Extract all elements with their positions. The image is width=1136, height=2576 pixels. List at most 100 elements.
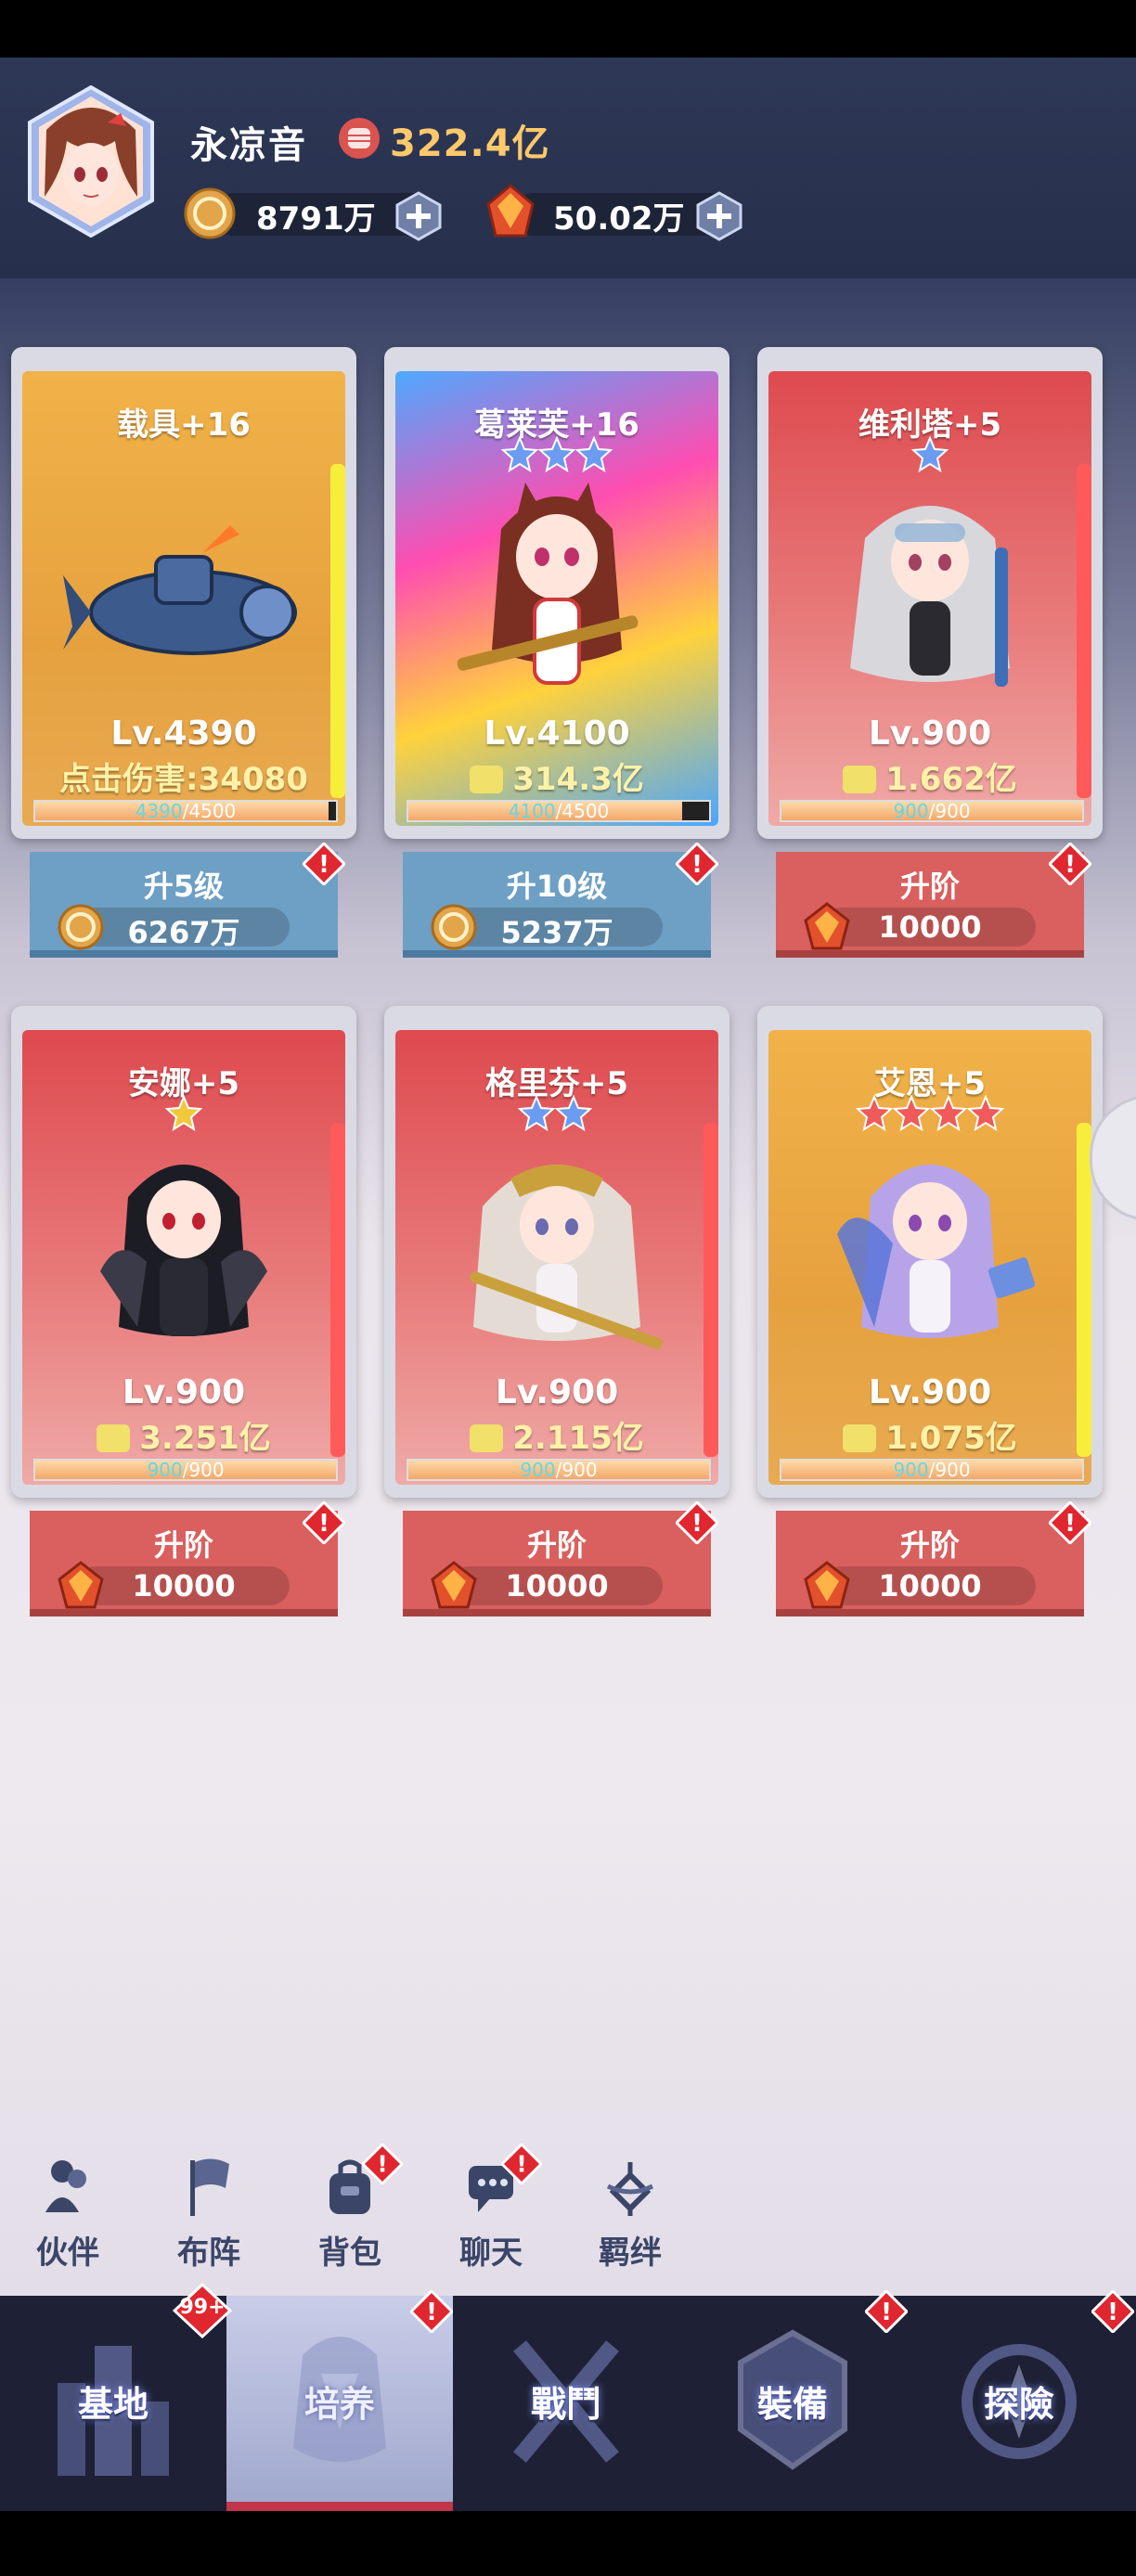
alert-badge-icon: ! [1049,1501,1091,1544]
alert-badge-icon: ! [676,1501,718,1544]
fist-icon [470,766,504,793]
fist-icon [339,118,380,159]
level-progress-bar: 900/900 [780,1459,1084,1481]
level-progress-text: 4100/4500 [508,800,610,822]
tool-label: 布阵 [177,2235,240,2272]
level-progress-bar: 4100/4500 [407,800,711,822]
button-cost: 6267万 [127,915,240,950]
tool-partner[interactable]: 伙伴 [17,2151,119,2272]
gleif-character-art [457,483,639,685]
card-face: 格里芬+5 Lv.900 2.115亿 900/900 [395,1030,718,1485]
alert-badge-icon: ! [1091,2290,1134,2333]
card-side-accent [704,1123,718,1457]
nav-label: 培养 [303,2384,375,2425]
tool-formation[interactable]: 布阵 [158,2151,260,2272]
anna-character-art [100,1165,267,1336]
upgrade-button[interactable]: 升5级 6267万 [30,852,338,958]
svg-text:!: ! [1065,851,1076,879]
ascend-button[interactable]: 升阶 10000 [30,1511,338,1616]
fist-icon [843,766,877,793]
power-stat: 314.3亿 [395,753,718,799]
add-coins-button[interactable] [395,191,442,241]
card-griffin[interactable]: 格里芬+5 Lv.900 2.115亿 900/900 [384,1006,729,1498]
level-progress-bar: 4390/4500 [33,800,338,822]
card-side-accent [1077,464,1091,798]
tool-bond[interactable]: 羁绊 [579,2151,681,2272]
button-title: 升阶 [899,869,960,904]
alert-badge-icon: ! [362,2144,403,2184]
power-stat: 1.662亿 [768,753,1091,799]
button-cost: 10000 [878,909,982,945]
card-name: 载具+16 [117,406,251,444]
level-progress-text: 900/900 [893,800,971,822]
card-level: Lv.4390 [110,715,257,753]
alert-badge-icon: ! [676,843,718,885]
level-progress-bar: 900/900 [33,1459,338,1481]
player-name: 永凉音 [190,124,307,167]
card-level: Lv.900 [868,1373,992,1411]
button-title: 升阶 [899,1527,960,1563]
card-level: Lv.900 [868,715,992,753]
card-face: 安娜+5 Lv.900 3.251亿 900/900 [22,1030,345,1485]
button-title: 升阶 [153,1527,213,1563]
notification-count-badge: 99+ [173,2283,232,2338]
alert-badge-icon: ! [865,2290,908,2333]
power-stat: 1.075亿 [768,1412,1091,1458]
gem-icon [486,184,535,238]
card-verita[interactable]: 维利塔+5 Lv.900 1.662亿 900/900 [757,347,1103,839]
card-side-accent [330,1123,345,1457]
ascend-button[interactable]: 升阶 10000 [403,1511,711,1616]
ein-character-art [837,1165,1036,1338]
fist-icon [470,1424,504,1452]
nav-label: 基地 [77,2384,148,2425]
card-side-accent [1077,1123,1091,1457]
ascend-button[interactable]: 升阶 10000 [776,852,1084,958]
add-gems-button[interactable] [696,191,742,241]
card-level: Lv.4100 [484,715,630,753]
button-title: 升10级 [506,869,608,904]
level-progress-bar: 900/900 [407,1459,711,1481]
svg-text:!: ! [318,1510,329,1538]
fist-icon [97,1424,131,1452]
level-progress-text: 900/900 [520,1459,598,1481]
partner-icon [45,2160,86,2212]
ascend-button[interactable]: 升阶 10000 [776,1511,1084,1616]
verita-character-art [850,506,1010,687]
power-stat: 3.251亿 [22,1412,345,1458]
player-avatar[interactable] [26,85,156,238]
card-vehicle[interactable]: 载具+16 Lv.4390 点击伤害:34080 4390/4500 [11,347,356,839]
alert-badge-icon: ! [303,843,345,885]
tool-label: 羁绊 [599,2235,662,2272]
svg-text:!: ! [1107,2299,1118,2326]
nav-battle[interactable]: 戰鬥 [453,2296,679,2511]
svg-text:!: ! [377,2151,387,2178]
power-stat: 2.115亿 [395,1412,718,1458]
click-damage-stat: 点击伤害:34080 [59,761,308,798]
upgrade-button[interactable]: 升10级 5237万 [403,852,711,958]
card-gleif[interactable]: 葛莱芙+16 Lv.4100 314.3亿 4100/4500 [384,347,729,839]
card-side-accent [330,464,345,798]
card-ein[interactable]: 艾恩+5 Lv.900 1.075亿 900/900 [757,1006,1103,1498]
fist-icon [843,1424,877,1452]
alert-badge-icon: ! [303,1501,345,1544]
gem-amount: 50.02万 [553,200,685,238]
tool-label: 聊天 [459,2235,523,2272]
bond-icon [606,2162,654,2216]
coin-amount: 8791万 [256,200,376,238]
card-anna[interactable]: 安娜+5 Lv.900 3.251亿 900/900 [11,1006,356,1498]
card-face: 葛莱芙+16 Lv.4100 314.3亿 4100/4500 [395,371,718,826]
card-face: 艾恩+5 Lv.900 1.075亿 900/900 [768,1030,1091,1485]
button-cost: 5237万 [500,915,613,950]
status-bar [0,0,1136,58]
tool-label: 伙伴 [36,2235,99,2272]
nav-label: 戰鬥 [530,2384,601,2425]
alert-badge-icon: ! [410,2290,453,2333]
button-title: 升5级 [143,869,225,904]
nav-label: 探險 [983,2384,1054,2425]
active-tab-indicator [226,2502,453,2511]
button-cost: 10000 [878,1568,982,1604]
submarine-vehicle-art [63,525,297,655]
svg-text:!: ! [691,851,703,879]
system-nav-area [0,2511,1136,2576]
svg-text:!: ! [318,851,329,879]
